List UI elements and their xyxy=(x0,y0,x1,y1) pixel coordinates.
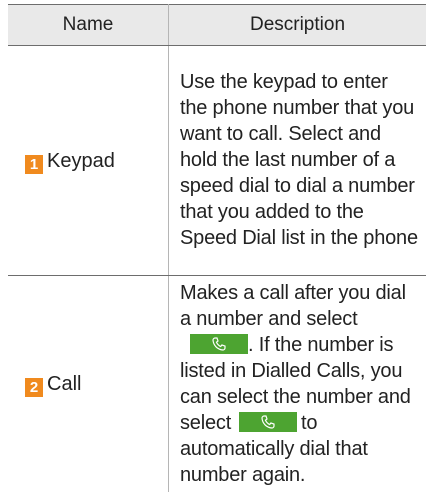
description-table: Name Description 1 Keypad Use the keypad … xyxy=(8,4,426,492)
table-row: 1 Keypad Use the keypad to enter the phon… xyxy=(8,45,426,276)
table-header-row: Name Description xyxy=(8,4,426,46)
header-description: Description xyxy=(168,4,426,46)
row-description-part1: Makes a call after you dial a number and… xyxy=(180,282,406,330)
row-description: Use the keypad to enter the phone number… xyxy=(180,71,418,249)
header-name: Name xyxy=(8,4,169,46)
description-cell: Use the keypad to enter the phone number… xyxy=(168,45,426,276)
description-cell: Makes a call after you dial a number and… xyxy=(169,276,427,492)
phone-handset-icon xyxy=(239,412,298,432)
phone-handset-icon xyxy=(190,334,248,354)
number-badge: 2 xyxy=(25,378,43,397)
number-badge: 1 xyxy=(25,154,43,174)
table-row: 2 Call Makes a call after you dial a numb… xyxy=(8,275,427,492)
page: Name Description 1 Keypad Use the keypad … xyxy=(0,0,433,492)
row-name: Call xyxy=(47,373,82,395)
name-cell: 2 Call xyxy=(8,275,169,492)
name-cell: 1 Keypad xyxy=(8,45,169,276)
row-name: Keypad xyxy=(47,149,115,172)
